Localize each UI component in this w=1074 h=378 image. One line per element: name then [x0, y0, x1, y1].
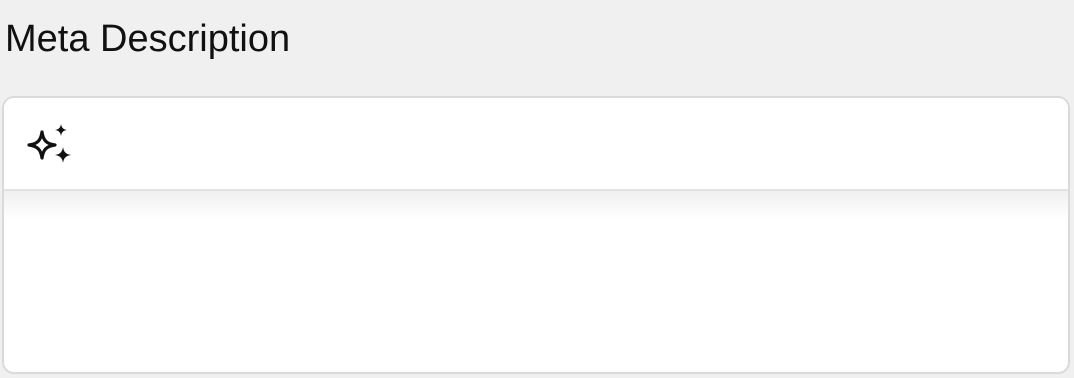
meta-description-editor	[2, 96, 1070, 374]
editor-toolbar	[4, 98, 1068, 191]
sparkles-icon	[27, 124, 71, 163]
meta-description-textarea[interactable]	[4, 191, 1068, 372]
meta-description-label: Meta Description	[5, 18, 291, 60]
ai-generate-button[interactable]	[23, 120, 79, 168]
